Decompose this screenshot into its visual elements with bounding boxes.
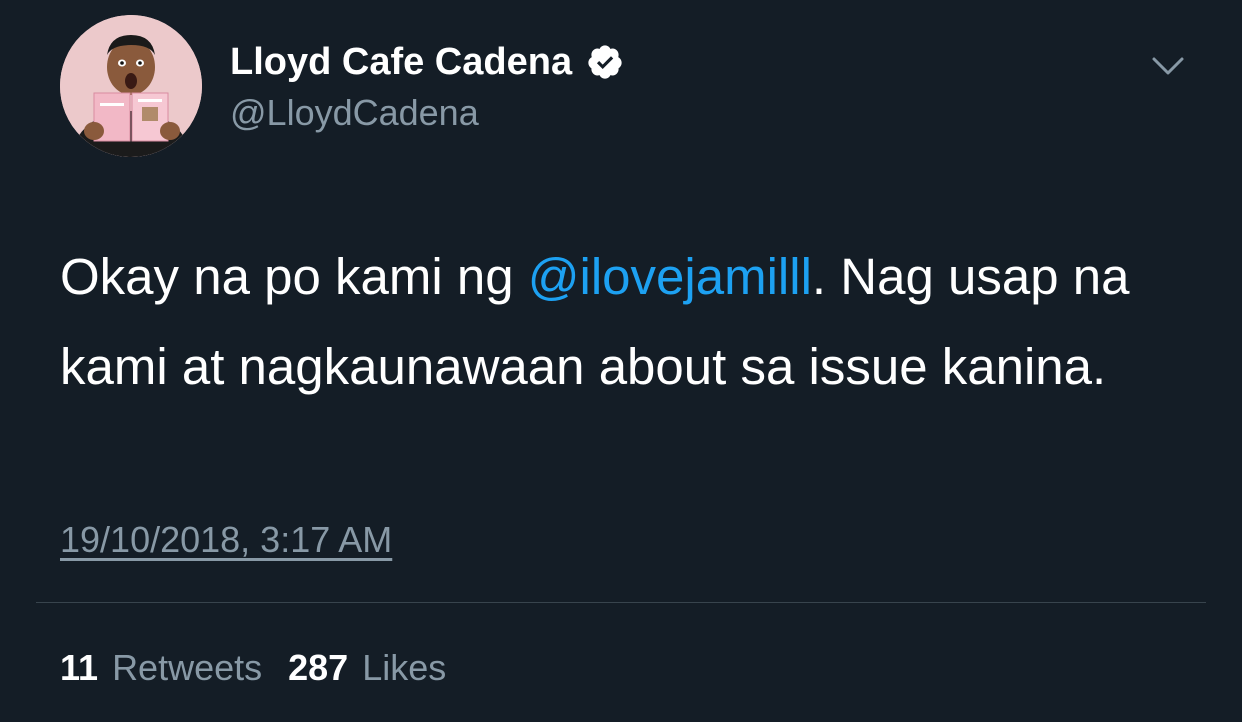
- tweet-text-before-mention: Okay na po kami ng: [60, 248, 528, 305]
- retweets-label: Retweets: [112, 647, 263, 688]
- author-handle[interactable]: @LloydCadena: [230, 92, 479, 134]
- avatar[interactable]: [60, 15, 202, 157]
- likes-stat[interactable]: 287 Likes: [288, 645, 446, 691]
- retweets-stat[interactable]: 11 Retweets: [60, 645, 262, 691]
- likes-label: Likes: [362, 647, 447, 688]
- tweet-stats: 11 Retweets 287 Likes: [60, 645, 446, 691]
- tweet-timestamp[interactable]: 19/10/2018, 3:17 AM: [60, 518, 392, 562]
- mention-link[interactable]: @ilovejamilll: [528, 248, 812, 305]
- author-display-name[interactable]: Lloyd Cafe Cadena: [230, 40, 572, 84]
- tweet-text: Okay na po kami ng @ilovejamilll. Nag us…: [60, 232, 1200, 412]
- verified-badge-icon: [588, 45, 622, 79]
- author-name-row[interactable]: Lloyd Cafe Cadena: [230, 40, 624, 84]
- divider: [36, 602, 1206, 603]
- retweets-count: 11: [60, 647, 99, 688]
- chevron-down-icon[interactable]: [1148, 50, 1188, 82]
- avatar-photo: [60, 15, 202, 157]
- likes-count: 287: [288, 647, 349, 688]
